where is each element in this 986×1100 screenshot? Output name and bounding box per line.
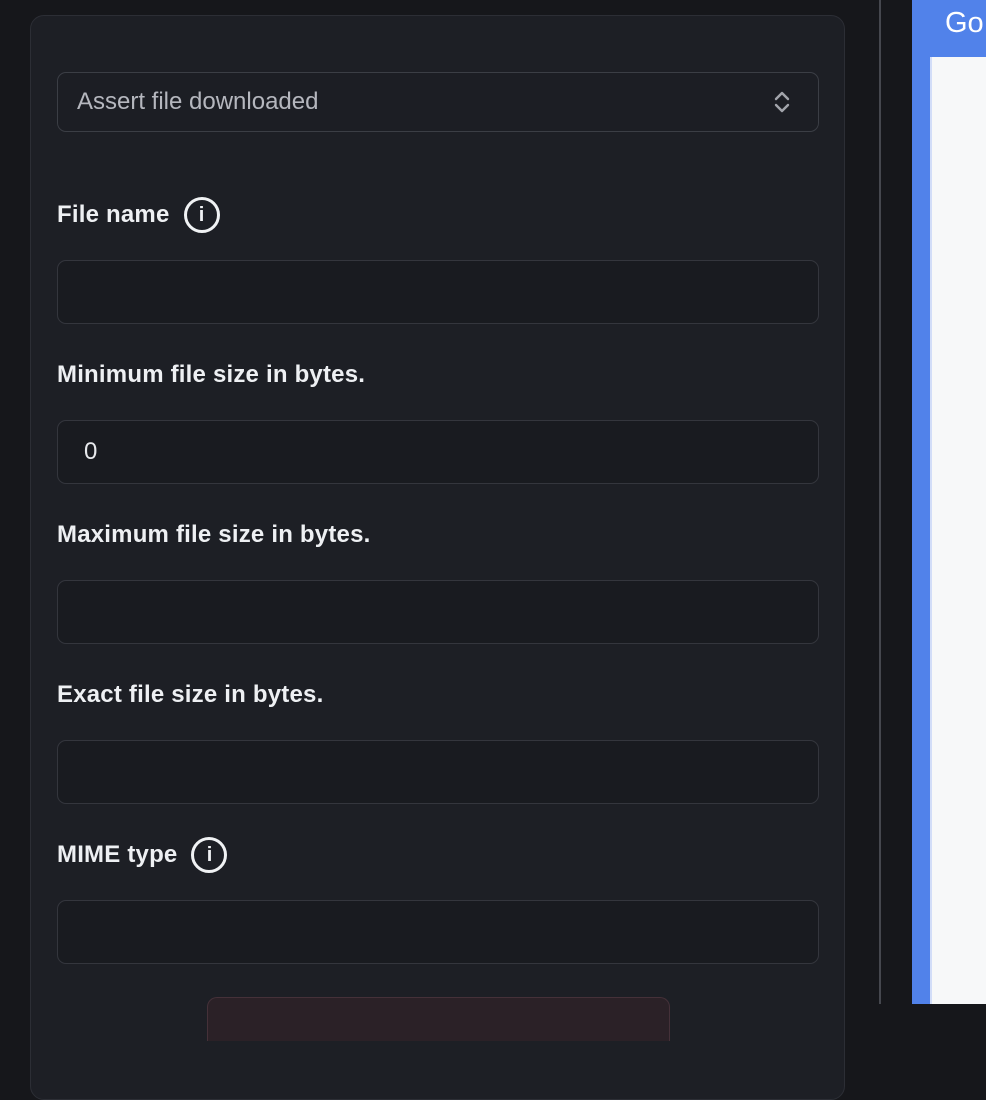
max-file-size-label-row: Maximum file size in bytes.	[57, 516, 819, 554]
info-circle-icon[interactable]: i	[191, 837, 228, 873]
mime-type-input[interactable]	[57, 900, 819, 964]
step-type-selected-value: Assert file downloaded	[77, 88, 319, 115]
mime-type-label: MIME type	[57, 841, 178, 868]
max-file-size-input[interactable]	[57, 580, 819, 644]
file-name-label: File name	[57, 201, 170, 228]
mime-type-label-row: MIME type i	[57, 836, 819, 874]
selected-step-indicator	[912, 0, 930, 1004]
go-step-header-label: Go	[945, 7, 984, 39]
step-editor-page: Assert file downloaded File name i Minim…	[0, 0, 986, 1100]
next-step-panel: Go	[930, 0, 986, 1004]
min-file-size-input[interactable]	[57, 420, 819, 484]
file-name-input[interactable]	[57, 260, 819, 324]
max-file-size-label: Maximum file size in bytes.	[57, 521, 371, 548]
go-step-header[interactable]: Go	[930, 0, 986, 57]
min-file-size-label-row: Minimum file size in bytes.	[57, 356, 819, 394]
min-file-size-label: Minimum file size in bytes.	[57, 361, 366, 388]
exact-file-size-label: Exact file size in bytes.	[57, 681, 324, 708]
up-down-chevron-icon	[774, 91, 790, 113]
file-name-label-row: File name i	[57, 196, 819, 234]
exact-file-size-label-row: Exact file size in bytes.	[57, 676, 819, 714]
info-circle-icon[interactable]: i	[183, 197, 220, 233]
next-step-panel-body	[930, 57, 986, 1004]
exact-file-size-input[interactable]	[57, 740, 819, 804]
pane-divider[interactable]	[879, 0, 881, 1004]
step-type-select[interactable]: Assert file downloaded	[57, 72, 819, 132]
step-card: Assert file downloaded File name i Minim…	[30, 15, 845, 1100]
